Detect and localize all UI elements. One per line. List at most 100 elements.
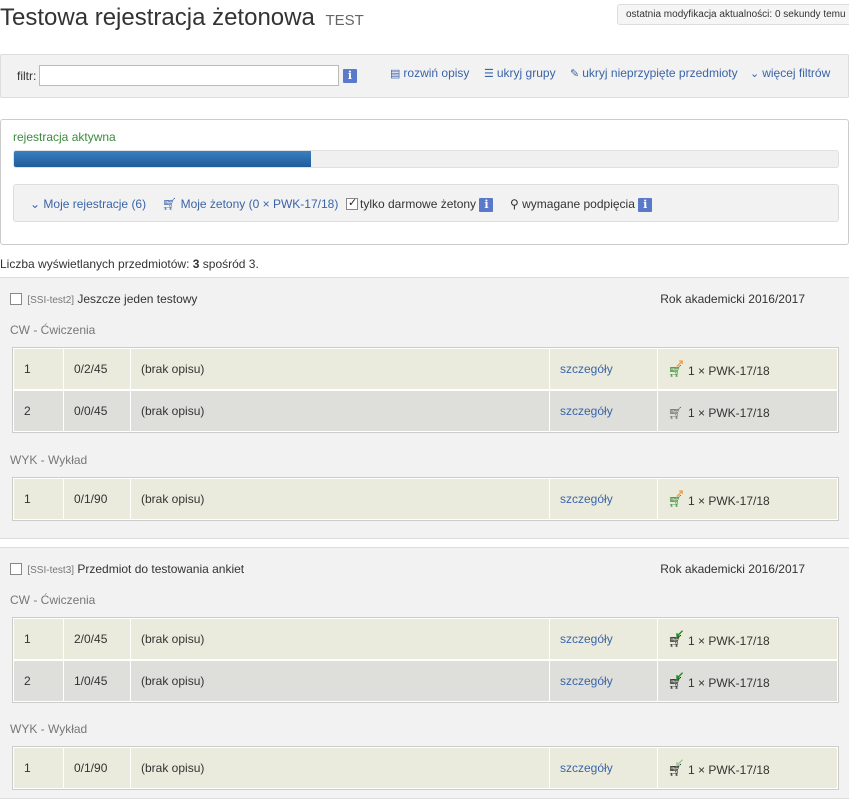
group-capacity: 0/2/45 [64, 349, 131, 389]
expand-descriptions-label: rozwiń opisy [403, 66, 470, 80]
details-link[interactable]: szczegóły [550, 619, 658, 659]
chevron-down-icon: ⌄ [750, 68, 760, 80]
group-number: 2 [14, 391, 64, 431]
token-cost: 1 × PWK-17/18 [688, 676, 770, 690]
registration-panel: rejestracja aktywna ⌄ Moje rejestracje (… [0, 119, 849, 245]
course-card: [SSI-test2] Jeszcze jeden testowy Rok ak… [0, 277, 849, 539]
last-modified-notice: ostatnia modyfikacja aktualności: 0 seku… [617, 4, 849, 25]
group-title: CW - Ćwiczenia [10, 593, 96, 607]
course-header: [SSI-test3] Przedmiot do testowania anki… [10, 562, 244, 576]
count-suffix: spośród 3. [199, 257, 259, 271]
test-tag: TEST [325, 12, 364, 29]
group-description: (brak opisu) [131, 748, 550, 788]
token-cost: 1 × PWK-17/18 [688, 406, 770, 420]
my-tokens-toggle[interactable]: 🛒︎ Moje żetony (0 × PWK-17/18) [162, 197, 338, 211]
list-icon: ▤ [390, 68, 401, 80]
group-description: (brak opisu) [131, 349, 550, 389]
cart-remove-icon[interactable]: 🛒︎ ↙ [668, 628, 684, 648]
group-row: 1 0/2/45 (brak opisu) szczegóły 🛒︎ ↗ 1 × P… [14, 349, 837, 389]
group-table: 1 0/2/45 (brak opisu) szczegóły 🛒︎ ↗ 1 × P… [12, 347, 839, 433]
page-title-text: Testowa rejestracja żetonowa [0, 4, 315, 31]
chevron-down-icon: ⌄ [30, 197, 41, 211]
progress-fill [14, 151, 311, 167]
group-row: 2 0/0/45 (brak opisu) szczegóły 🛒︎ 1 × PW… [14, 391, 837, 431]
course-checkbox[interactable] [10, 562, 22, 575]
token-cell: 🛒︎ ↙ 1 × PWK-17/18 [658, 748, 837, 788]
my-registrations-toggle[interactable]: ⌄ Moje rejestracje (6) [30, 197, 146, 211]
free-tokens-filter[interactable]: tylko darmowe żetony i [346, 196, 494, 212]
group-number: 1 [14, 748, 64, 788]
cart-remove-icon[interactable]: 🛒︎ ↙ [668, 670, 684, 690]
token-cell: 🛒︎ 1 × PWK-17/18 [658, 391, 837, 431]
group-description: (brak opisu) [131, 661, 550, 701]
group-capacity: 0/0/45 [64, 391, 131, 431]
hide-unassigned-label: ukryj nieprzypięte przedmioty [582, 66, 738, 80]
details-link[interactable]: szczegóły [550, 349, 658, 389]
group-table: 1 0/1/90 (brak opisu) szczegóły 🛒︎ ↙ 1 × P… [12, 746, 839, 790]
registration-progress-bar [13, 150, 839, 168]
group-capacity: 0/1/90 [64, 748, 131, 788]
filter-label: filtr: [17, 69, 37, 83]
hide-groups-label: ukryj grupy [496, 66, 556, 80]
academic-year: Rok akademicki 2016/2017 [660, 292, 805, 306]
token-cost: 1 × PWK-17/18 [688, 634, 770, 648]
pin-icon: ✎ [570, 68, 580, 80]
group-description: (brak opisu) [131, 479, 550, 519]
my-registrations-label: Moje rejestracje (6) [43, 197, 147, 211]
hide-unassigned-link[interactable]: ✎ ukryj nieprzypięte przedmioty [570, 66, 738, 80]
token-cell: 🛒︎ ↗ 1 × PWK-17/18 [658, 479, 837, 519]
group-title: WYK - Wykład [10, 453, 88, 467]
more-filters-link[interactable]: ⌄ więcej filtrów [750, 66, 830, 80]
cart-remove-light-icon[interactable]: 🛒︎ ↙ [668, 757, 684, 777]
filter-info-icon[interactable]: i [343, 69, 357, 83]
my-tokens-label: Moje żetony (0 × PWK-17/18) [180, 197, 339, 211]
course-header: [SSI-test2] Jeszcze jeden testowy [10, 292, 197, 306]
registration-status: rejestracja aktywna [13, 130, 116, 144]
group-row: 2 1/0/45 (brak opisu) szczegóły 🛒︎ ↙ 1 × P… [14, 661, 837, 701]
group-title: CW - Ćwiczenia [10, 323, 96, 337]
group-row: 1 0/1/90 (brak opisu) szczegóły 🛒︎ ↙ 1 × P… [14, 748, 837, 788]
free-tokens-label: tylko darmowe żetony [360, 197, 477, 211]
expand-descriptions-link[interactable]: ▤ rozwiń opisy [390, 66, 469, 80]
group-row: 1 2/0/45 (brak opisu) szczegóły 🛒︎ ↙ 1 × P… [14, 619, 837, 659]
details-link[interactable]: szczegóły [550, 479, 658, 519]
group-number: 1 [14, 619, 64, 659]
group-title: WYK - Wykład [10, 722, 88, 736]
more-filters-label: więcej filtrów [762, 66, 831, 80]
group-capacity: 1/0/45 [64, 661, 131, 701]
free-tokens-info-icon[interactable]: i [479, 197, 494, 212]
free-tokens-checkbox[interactable] [346, 196, 358, 210]
course-checkbox[interactable] [10, 292, 22, 305]
group-number: 1 [14, 479, 64, 519]
hide-groups-link[interactable]: ☰ ukryj grupy [484, 66, 556, 80]
required-links-label: wymagane podpięcia [522, 197, 635, 211]
paperclip-icon: ⚲ [510, 197, 519, 211]
group-number: 2 [14, 661, 64, 701]
cart-add-icon[interactable]: 🛒︎ ↗ [668, 358, 684, 378]
cart-disabled-icon: 🛒︎ [668, 406, 684, 420]
details-link[interactable]: szczegóły [550, 391, 658, 431]
lines-icon: ☰ [484, 68, 494, 80]
items-count: Liczba wyświetlanych przedmiotów: 3 spoś… [0, 257, 259, 271]
details-link[interactable]: szczegóły [550, 748, 658, 788]
token-cell: 🛒︎ ↗ 1 × PWK-17/18 [658, 349, 837, 389]
academic-year: Rok akademicki 2016/2017 [660, 562, 805, 576]
filter-input[interactable] [39, 65, 339, 86]
group-description: (brak opisu) [131, 619, 550, 659]
cart-icon: 🛒︎ [162, 197, 178, 211]
required-links-info-icon[interactable]: i [638, 197, 653, 212]
group-capacity: 0/1/90 [64, 479, 131, 519]
course-code: [SSI-test3] [27, 565, 75, 576]
required-links-filter[interactable]: ⚲ wymagane podpięcia i [510, 197, 653, 212]
group-row: 1 0/1/90 (brak opisu) szczegóły 🛒︎ ↗ 1 × P… [14, 479, 837, 519]
token-cost: 1 × PWK-17/18 [688, 763, 770, 777]
group-capacity: 2/0/45 [64, 619, 131, 659]
group-table: 1 2/0/45 (brak opisu) szczegóły 🛒︎ ↙ 1 × P… [12, 617, 839, 703]
group-table: 1 0/1/90 (brak opisu) szczegóły 🛒︎ ↗ 1 × P… [12, 477, 839, 521]
cart-add-icon[interactable]: 🛒︎ ↗ [668, 488, 684, 508]
token-cell: 🛒︎ ↙ 1 × PWK-17/18 [658, 619, 837, 659]
course-card: [SSI-test3] Przedmiot do testowania anki… [0, 547, 849, 799]
details-link[interactable]: szczegóły [550, 661, 658, 701]
filter-bar: filtr: i ▤ rozwiń opisy ☰ ukryj grupy ✎ ukr… [0, 54, 849, 98]
page-title: Testowa rejestracja żetonowa TEST [0, 4, 364, 32]
